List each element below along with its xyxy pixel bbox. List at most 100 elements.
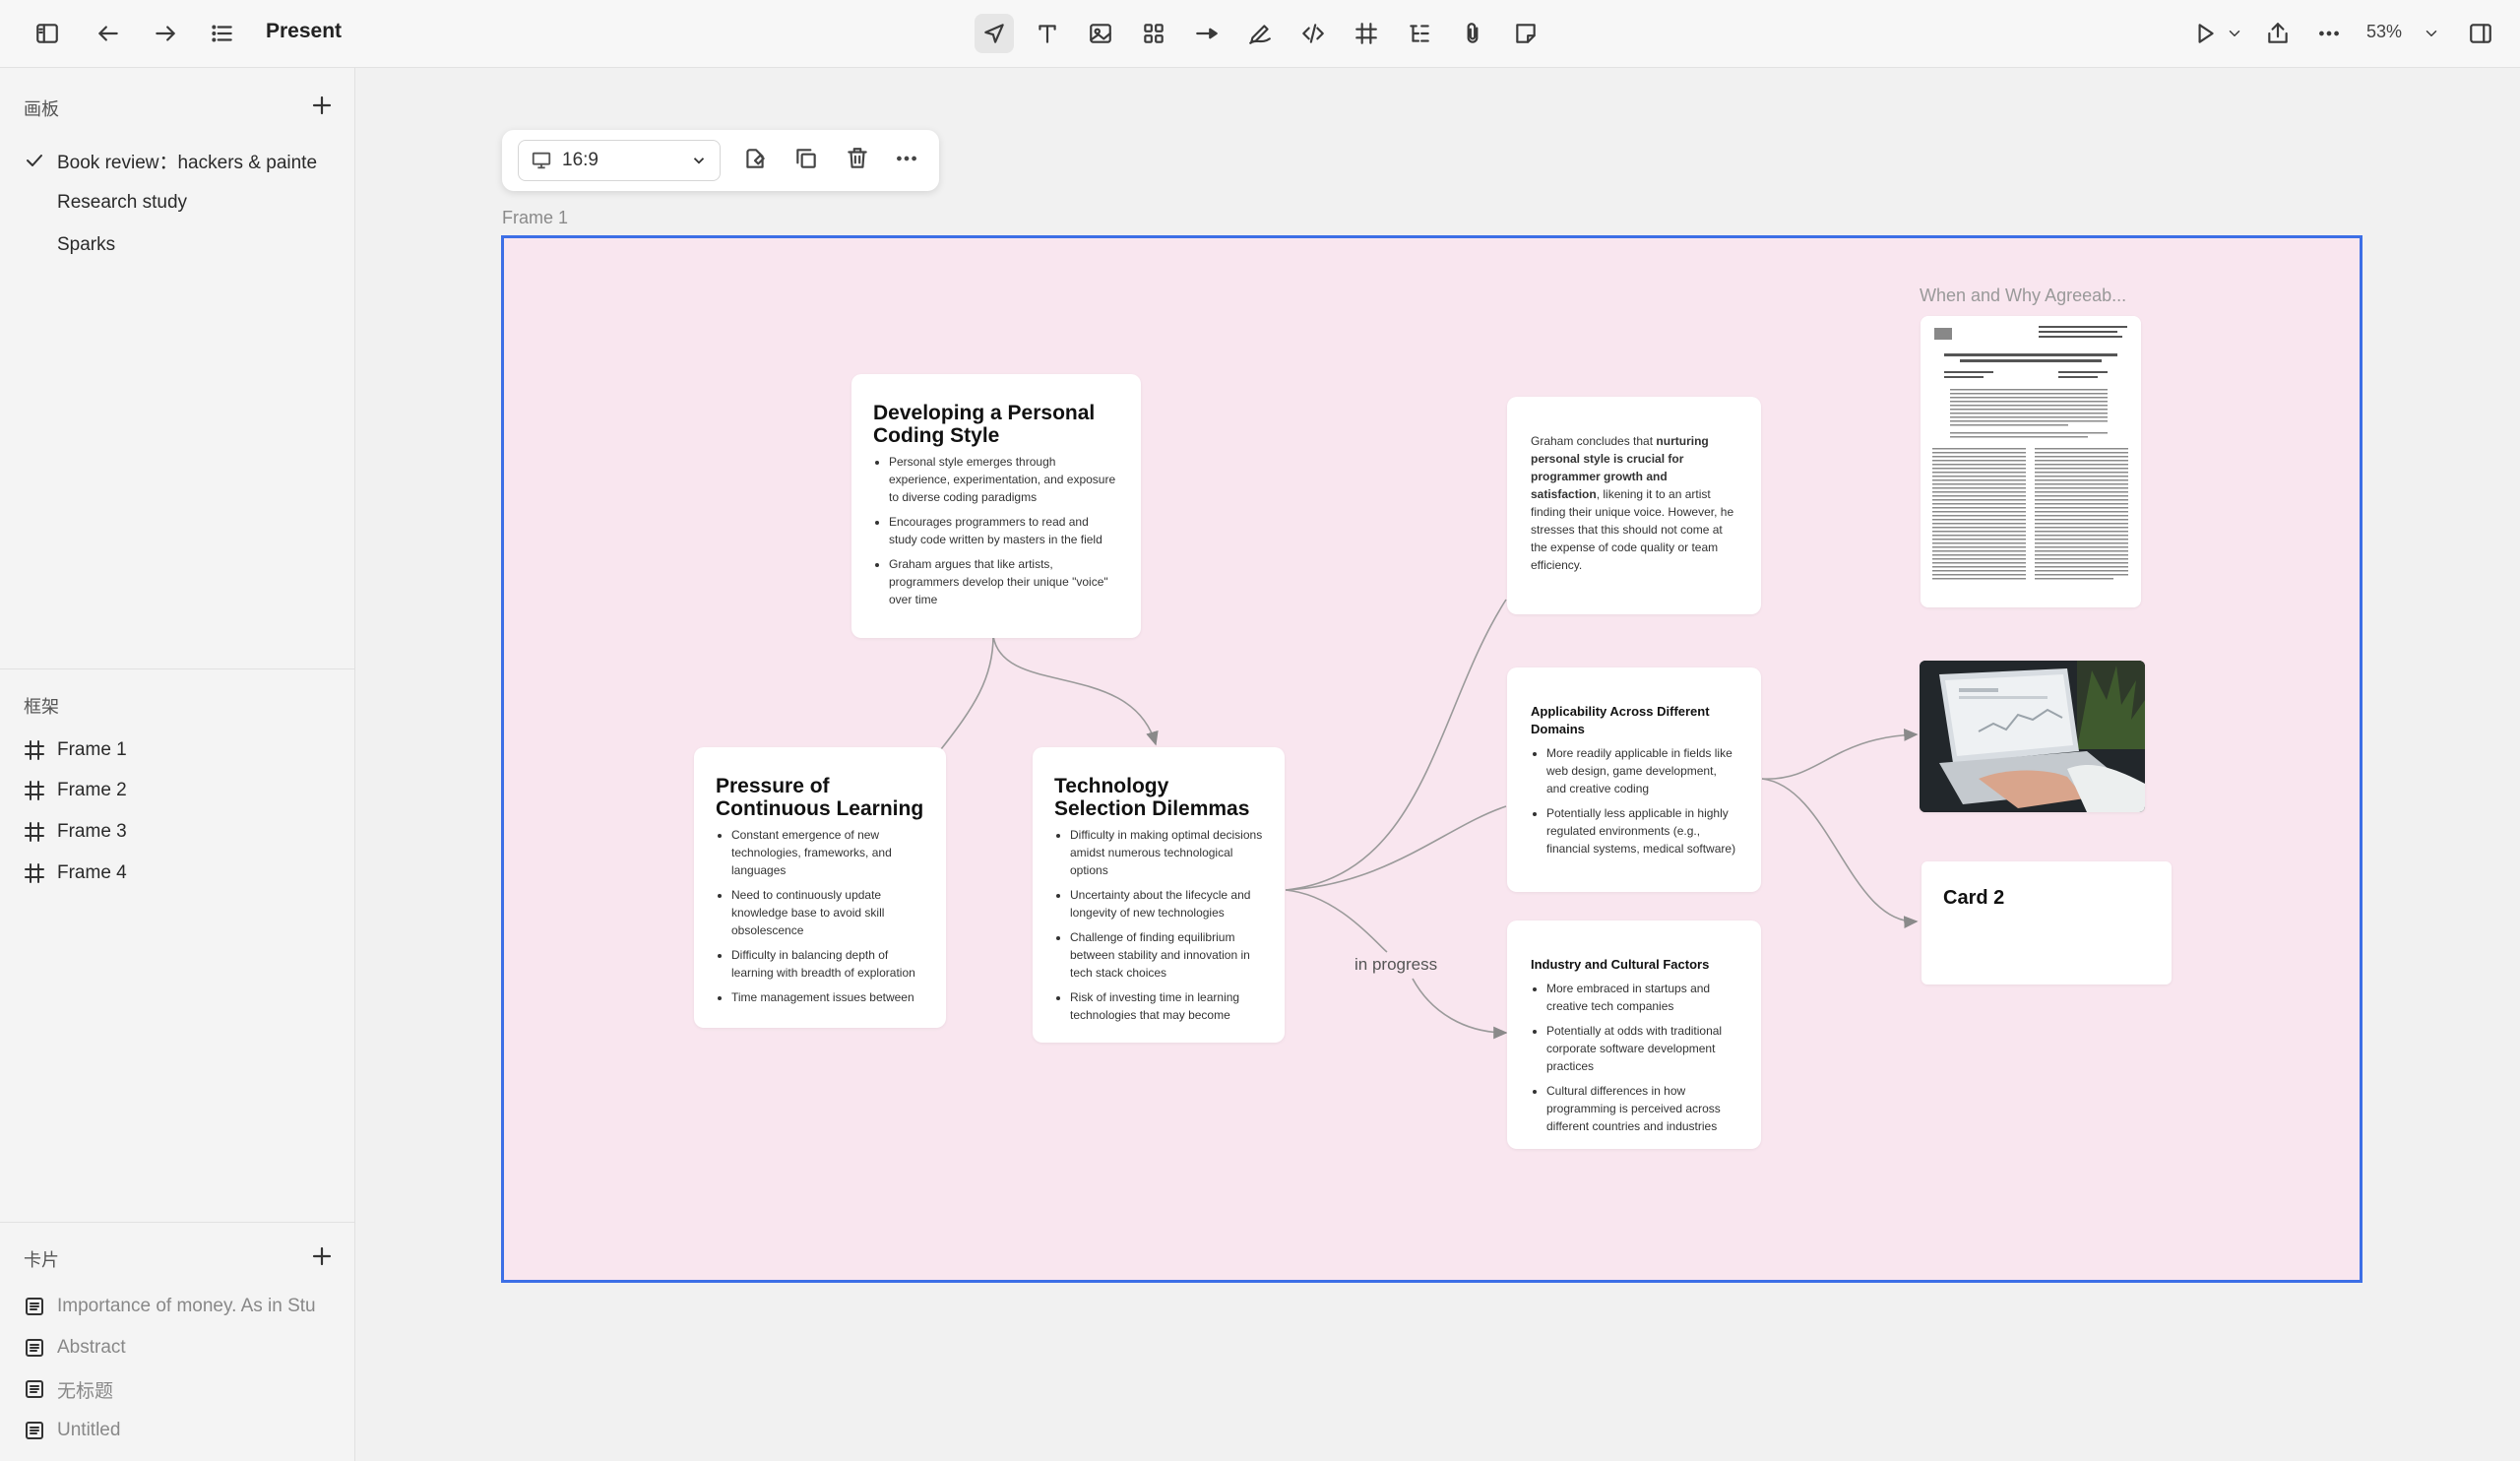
share-icon[interactable] xyxy=(2258,14,2298,53)
board-item-book-review[interactable]: Book review：hackers & painte xyxy=(24,147,339,174)
card-item[interactable]: Abstract xyxy=(24,1334,339,1362)
board-item-label: Sparks xyxy=(57,234,116,255)
card-bullet: More embraced in startups and creative t… xyxy=(1546,980,1739,1015)
mindmap-icon[interactable] xyxy=(1400,14,1439,53)
pen-icon[interactable] xyxy=(1240,14,1280,53)
more-icon[interactable] xyxy=(894,146,923,175)
sidebar-divider xyxy=(0,668,354,669)
card-pressure-learning[interactable]: Pressure of Continuous Learning Constant… xyxy=(694,747,946,1028)
card-item-label: 无标题 xyxy=(57,1380,114,1402)
more-icon[interactable] xyxy=(2309,14,2349,53)
select-cursor-icon[interactable] xyxy=(975,14,1014,53)
check-icon xyxy=(24,150,45,171)
back-arrow-icon[interactable] xyxy=(89,14,128,53)
delete-trash-icon[interactable] xyxy=(845,146,874,175)
boards-section-title: 画板 xyxy=(24,99,59,119)
card-title: Applicability Across Different Domains xyxy=(1531,704,1710,736)
card-bullet: Uncertainty about the lifecycle and long… xyxy=(1070,886,1263,921)
board-item-research-study[interactable]: Research study xyxy=(24,189,339,217)
card-title: Pressure of Continuous Learning xyxy=(716,775,924,820)
connector-style-to-tech xyxy=(992,635,1159,746)
card-bullet: Personal style emerges through experienc… xyxy=(889,453,1119,506)
connector-applicability-to-image xyxy=(1761,729,1919,780)
connector-arrow-icon[interactable] xyxy=(1187,14,1227,53)
connector-tech-to-conclusion xyxy=(1285,599,1507,891)
frame-item-label: Frame 4 xyxy=(57,862,127,883)
card-bullet: More readily applicable in fields like w… xyxy=(1546,744,1739,797)
frame-label[interactable]: Frame 1 xyxy=(502,208,568,228)
card-bullet: Cultural differences in how programming … xyxy=(1546,1082,1739,1135)
card-item[interactable]: Untitled xyxy=(24,1417,339,1444)
cards-section-title: 卡片 xyxy=(24,1250,59,1270)
sticky-note-icon[interactable] xyxy=(1506,14,1545,53)
card-title: Industry and Cultural Factors xyxy=(1531,957,1710,972)
card-tech-selection[interactable]: Technology Selection Dilemmas Difficulty… xyxy=(1033,747,1285,1043)
outline-list-icon[interactable] xyxy=(203,14,242,53)
laptop-photo-image[interactable] xyxy=(1920,661,2145,812)
frame-1[interactable]: Developing a Personal Coding Style Perso… xyxy=(501,235,2362,1283)
forward-arrow-icon[interactable] xyxy=(146,14,185,53)
frame-icon xyxy=(24,821,45,843)
laptop-photo xyxy=(1920,661,2145,812)
card-2[interactable]: Card 2 xyxy=(1922,861,2172,985)
conclusion-text: Graham concludes that nurturing personal… xyxy=(1531,434,1734,572)
zoom-level[interactable]: 53% xyxy=(2366,22,2402,42)
card-bullet: Difficulty in balancing depth of learnin… xyxy=(731,946,924,982)
document-preview[interactable] xyxy=(1921,316,2141,607)
board-item-label: Book review：hackers & painte xyxy=(57,152,318,173)
card-bullet: Difficulty in making optimal decisions a… xyxy=(1070,826,1263,879)
document-icon xyxy=(24,1337,45,1359)
chevron-down-icon xyxy=(690,152,708,169)
right-panel-icon[interactable] xyxy=(2461,14,2500,53)
connector-label[interactable]: in progress xyxy=(1353,955,1440,975)
board-item-label: Research study xyxy=(57,192,188,213)
card-conclusion[interactable]: Graham concludes that nurturing personal… xyxy=(1507,397,1761,614)
board-item-sparks[interactable]: Sparks xyxy=(24,231,339,259)
card-bullet: Potentially less applicable in highly re… xyxy=(1546,804,1739,858)
card-bullet: Risk of investing time in learning techn… xyxy=(1070,988,1263,1024)
card-item-label: Importance of money. As in Stu xyxy=(57,1296,316,1316)
aspect-ratio-value: 16:9 xyxy=(562,150,598,170)
add-board-plus-icon[interactable] xyxy=(311,95,333,116)
card-item-label: Abstract xyxy=(57,1337,126,1358)
play-icon[interactable] xyxy=(2185,14,2225,53)
connector-tech-to-industry-a xyxy=(1285,889,1388,953)
card-coding-style[interactable]: Developing a Personal Coding Style Perso… xyxy=(851,374,1141,638)
card-bullet: Need to continuously update knowledge ba… xyxy=(731,886,924,939)
connector-style-to-pressure xyxy=(940,635,994,750)
card-industry-factors[interactable]: Industry and Cultural Factors More embra… xyxy=(1507,921,1761,1149)
code-icon[interactable] xyxy=(1293,14,1333,53)
card-item[interactable]: 无标题 xyxy=(24,1375,339,1403)
sidebar-toggle-icon[interactable] xyxy=(28,14,67,53)
chevron-down-icon[interactable] xyxy=(2221,14,2248,53)
frame-icon xyxy=(24,862,45,884)
card-bullet: Challenge of finding equilibrium between… xyxy=(1070,928,1263,982)
frame-item-4[interactable]: Frame 4 xyxy=(24,859,339,887)
presentation-icon xyxy=(531,150,552,171)
image-icon[interactable] xyxy=(1081,14,1120,53)
frame-icon xyxy=(24,739,45,761)
aspect-ratio-select[interactable]: 16:9 xyxy=(518,140,721,181)
document-icon xyxy=(24,1378,45,1400)
card-applicability[interactable]: Applicability Across Different Domains M… xyxy=(1507,667,1761,892)
top-toolbar: Present 53% xyxy=(0,0,2520,68)
attachment-icon[interactable] xyxy=(1453,14,1492,53)
card-title: Card 2 xyxy=(1943,887,2005,909)
left-sidebar: 画板 Book review：hackers & painte Research… xyxy=(0,68,355,1461)
frame-item-1[interactable]: Frame 1 xyxy=(24,736,339,764)
document-title[interactable]: Present xyxy=(266,20,342,43)
connector-tech-to-applicability xyxy=(1285,805,1507,891)
frame-background-icon[interactable] xyxy=(742,146,772,175)
frame-icon[interactable] xyxy=(1347,14,1386,53)
frame-item-label: Frame 2 xyxy=(57,780,127,800)
text-icon[interactable] xyxy=(1028,14,1067,53)
zoom-chevron-down-icon[interactable] xyxy=(2418,14,2445,53)
sidebar-divider xyxy=(0,1222,354,1223)
add-card-plus-icon[interactable] xyxy=(311,1245,333,1267)
components-icon[interactable] xyxy=(1134,14,1173,53)
duplicate-icon[interactable] xyxy=(793,146,823,175)
card-item[interactable]: Importance of money. As in Stu xyxy=(24,1293,339,1320)
frame-item-2[interactable]: Frame 2 xyxy=(24,777,339,804)
frame-item-3[interactable]: Frame 3 xyxy=(24,818,339,846)
frame-item-label: Frame 3 xyxy=(57,821,127,842)
